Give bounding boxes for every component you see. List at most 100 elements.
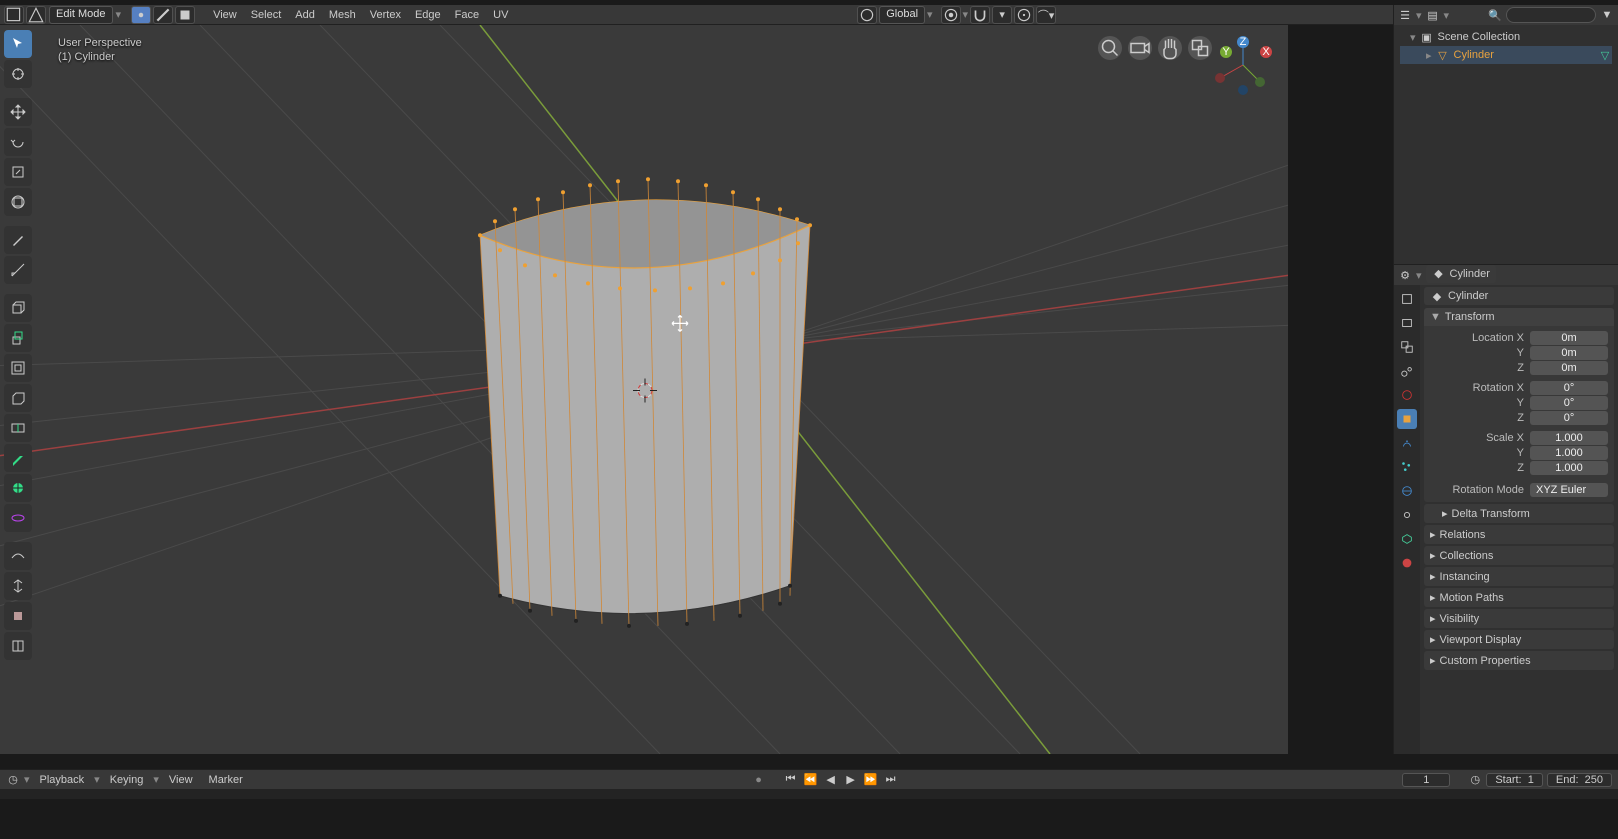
menu-vertex[interactable]: Vertex bbox=[364, 7, 407, 23]
outliner-type-icon[interactable]: ☰ bbox=[1398, 8, 1412, 22]
timeline-keying[interactable]: Keying bbox=[104, 772, 150, 788]
panel-collections[interactable]: ▸Collections bbox=[1424, 546, 1614, 565]
auto-key-icon[interactable]: ● bbox=[752, 773, 766, 787]
scale-z-field[interactable]: 1.000 bbox=[1530, 461, 1608, 475]
outliner-search-input[interactable] bbox=[1506, 7, 1596, 23]
axis-gizmo[interactable]: X Y Z bbox=[1208, 30, 1278, 100]
menu-edge[interactable]: Edge bbox=[409, 7, 447, 23]
outliner-row-cylinder[interactable]: ▸ ▽ Cylinder ▽ bbox=[1400, 46, 1612, 64]
panel-viewport-display[interactable]: ▸Viewport Display bbox=[1424, 630, 1614, 649]
tab-output[interactable] bbox=[1397, 313, 1417, 333]
scale-y-field[interactable]: 1.000 bbox=[1530, 446, 1608, 460]
location-z-field[interactable]: 0m bbox=[1530, 361, 1608, 375]
panel-motion-paths[interactable]: ▸Motion Paths bbox=[1424, 588, 1614, 607]
tool-rip[interactable] bbox=[4, 632, 32, 660]
menu-add[interactable]: Add bbox=[289, 7, 321, 23]
timeline-view[interactable]: View bbox=[163, 772, 199, 788]
panel-transform-header[interactable]: ▼Transform bbox=[1424, 308, 1614, 326]
tab-viewlayer[interactable] bbox=[1397, 337, 1417, 357]
location-y-field[interactable]: 0m bbox=[1530, 346, 1608, 360]
tool-knife[interactable] bbox=[4, 444, 32, 472]
menu-select[interactable]: Select bbox=[245, 7, 288, 23]
snap-toggle[interactable] bbox=[970, 6, 990, 24]
key-next-icon[interactable]: ⏩ bbox=[862, 772, 880, 788]
scale-x-field[interactable]: 1.000 bbox=[1530, 431, 1608, 445]
proportional-type[interactable]: ⌒▾ bbox=[1036, 6, 1056, 24]
tab-particles[interactable] bbox=[1397, 457, 1417, 477]
jump-end-icon[interactable]: ⏭ bbox=[882, 772, 900, 788]
data-breadcrumb[interactable]: ◆ Cylinder bbox=[1424, 287, 1614, 305]
tool-extrude[interactable] bbox=[4, 324, 32, 352]
display-filter-icon[interactable]: ▤ bbox=[1426, 8, 1440, 22]
rotation-z-field[interactable]: 0° bbox=[1530, 411, 1608, 425]
tab-render[interactable] bbox=[1397, 289, 1417, 309]
panel-visibility[interactable]: ▸Visibility bbox=[1424, 609, 1614, 628]
tool-add-cube[interactable] bbox=[4, 294, 32, 322]
tool-transform[interactable] bbox=[4, 188, 32, 216]
tool-smooth[interactable] bbox=[4, 542, 32, 570]
camera-icon[interactable] bbox=[1128, 36, 1152, 60]
clock-icon[interactable]: ◷ bbox=[1468, 773, 1482, 787]
tool-loopcut[interactable] bbox=[4, 414, 32, 442]
tab-object[interactable] bbox=[1397, 409, 1417, 429]
menu-mesh[interactable]: Mesh bbox=[323, 7, 362, 23]
menu-face[interactable]: Face bbox=[449, 7, 485, 23]
pivot-icon[interactable] bbox=[941, 6, 961, 24]
tab-constraints[interactable] bbox=[1397, 505, 1417, 525]
tab-modifier[interactable] bbox=[1397, 433, 1417, 453]
outliner-row-scene[interactable]: ▾ ▣ Scene Collection bbox=[1400, 28, 1612, 46]
select-mode-vertex[interactable] bbox=[131, 6, 151, 24]
panel-custom-properties[interactable]: ▸Custom Properties bbox=[1424, 651, 1614, 670]
timeline-marker[interactable]: Marker bbox=[203, 772, 249, 788]
end-frame-field[interactable]: End: 250 bbox=[1547, 773, 1612, 787]
orientation-icon[interactable] bbox=[857, 6, 877, 24]
jump-start-icon[interactable]: ⏮ bbox=[782, 772, 800, 788]
timeline-playback[interactable]: Playback bbox=[34, 772, 91, 788]
editor-type-icon[interactable] bbox=[4, 6, 24, 24]
panel-delta-transform[interactable]: ▸Delta Transform bbox=[1424, 504, 1614, 523]
location-x-field[interactable]: 0m bbox=[1530, 331, 1608, 345]
props-type-icon[interactable]: ⚙ bbox=[1398, 268, 1412, 282]
viewport-3d[interactable] bbox=[0, 25, 1288, 754]
tab-physics[interactable] bbox=[1397, 481, 1417, 501]
tab-material[interactable] bbox=[1397, 553, 1417, 573]
tool-measure[interactable] bbox=[4, 256, 32, 284]
search-icon[interactable]: 🔍 bbox=[1488, 8, 1502, 22]
menu-uv[interactable]: UV bbox=[487, 7, 514, 23]
zoom-icon[interactable] bbox=[1098, 36, 1122, 60]
tool-select-box[interactable] bbox=[4, 30, 32, 58]
tool-move[interactable] bbox=[4, 98, 32, 126]
play-rev-icon[interactable]: ◀ bbox=[822, 772, 840, 788]
tool-inset[interactable] bbox=[4, 354, 32, 382]
start-frame-field[interactable]: Start: 1 bbox=[1486, 773, 1543, 787]
tool-rotate[interactable] bbox=[4, 128, 32, 156]
panel-relations[interactable]: ▸Relations bbox=[1424, 525, 1614, 544]
tab-world[interactable] bbox=[1397, 385, 1417, 405]
pan-icon[interactable] bbox=[1158, 36, 1182, 60]
snap-type[interactable]: ▾ bbox=[992, 6, 1012, 24]
panel-instancing[interactable]: ▸Instancing bbox=[1424, 567, 1614, 586]
timeline-type-icon[interactable]: ◷ bbox=[6, 773, 20, 787]
select-mode-edge[interactable] bbox=[153, 6, 173, 24]
rotation-mode-select[interactable]: XYZ Euler bbox=[1530, 483, 1608, 497]
tool-edge-slide[interactable] bbox=[4, 572, 32, 600]
tool-shrink[interactable] bbox=[4, 602, 32, 630]
mode-select[interactable]: Edit Mode bbox=[49, 6, 113, 24]
rotation-y-field[interactable]: 0° bbox=[1530, 396, 1608, 410]
select-mode-face[interactable] bbox=[175, 6, 195, 24]
timeline-track[interactable] bbox=[0, 789, 1618, 799]
tab-scene[interactable] bbox=[1397, 361, 1417, 381]
tool-cursor[interactable] bbox=[4, 60, 32, 88]
play-icon[interactable]: ▶ bbox=[842, 772, 860, 788]
breadcrumb[interactable]: ◆ Cylinder bbox=[1426, 265, 1496, 283]
tool-spin[interactable] bbox=[4, 504, 32, 532]
tool-polybuild[interactable] bbox=[4, 474, 32, 502]
key-prev-icon[interactable]: ⏪ bbox=[802, 772, 820, 788]
filter-icon[interactable]: ▼ bbox=[1600, 8, 1614, 22]
tab-data[interactable] bbox=[1397, 529, 1417, 549]
proportional-toggle[interactable] bbox=[1014, 6, 1034, 24]
tool-bevel[interactable] bbox=[4, 384, 32, 412]
current-frame-field[interactable]: 1 bbox=[1402, 773, 1450, 787]
menu-view[interactable]: View bbox=[207, 7, 243, 23]
rotation-x-field[interactable]: 0° bbox=[1530, 381, 1608, 395]
